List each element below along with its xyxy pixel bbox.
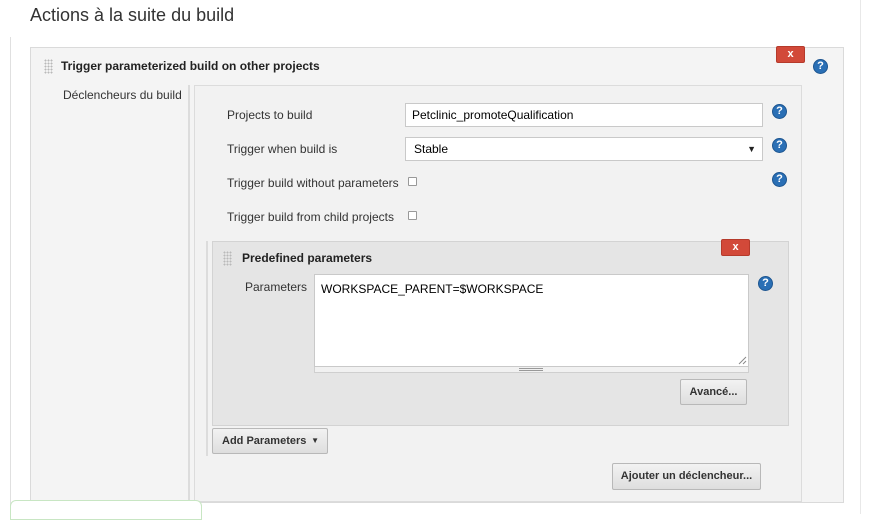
delete-predefined-button[interactable]: x bbox=[721, 239, 750, 256]
predefined-left-divider bbox=[206, 241, 208, 456]
resize-corner-icon[interactable] bbox=[737, 355, 747, 365]
trigger-when-help-icon[interactable]: ? bbox=[772, 138, 787, 153]
trigger-without-parameters-checkbox[interactable] bbox=[408, 177, 417, 186]
projects-to-build-label: Projects to build bbox=[227, 108, 313, 122]
trigger-without-parameters-label: Trigger build without parameters bbox=[227, 176, 399, 190]
grip-lines-icon bbox=[519, 368, 543, 371]
parameters-label: Parameters bbox=[245, 280, 308, 294]
trigger-when-selected-value: Stable bbox=[414, 142, 449, 156]
delete-trigger-button[interactable]: x bbox=[776, 46, 805, 63]
predefined-parameters-title: Predefined parameters bbox=[242, 251, 373, 265]
drag-handle-icon[interactable] bbox=[223, 251, 232, 266]
trigger-without-parameters-help-icon[interactable]: ? bbox=[772, 172, 787, 187]
drag-handle-icon[interactable] bbox=[44, 59, 53, 74]
build-triggers-label: Déclencheurs du build bbox=[63, 88, 182, 102]
chevron-down-icon: ▼ bbox=[747, 144, 756, 154]
projects-to-build-input[interactable]: Petclinic_promoteQualification bbox=[405, 103, 763, 127]
add-parameters-label: Add Parameters bbox=[222, 435, 307, 447]
left-column-divider bbox=[188, 85, 190, 505]
advanced-button[interactable]: Avancé... bbox=[680, 379, 747, 405]
trigger-when-label: Trigger when build is bbox=[227, 142, 338, 156]
section-title: Actions à la suite du build bbox=[30, 5, 235, 25]
section-left-rule bbox=[10, 37, 11, 514]
section-right-rule bbox=[860, 0, 861, 514]
bottom-tab bbox=[10, 500, 202, 520]
parameters-textarea[interactable]: WORKSPACE_PARENT=$WORKSPACE bbox=[314, 274, 749, 367]
caret-down-icon: ▼ bbox=[311, 436, 319, 445]
trigger-from-child-checkbox[interactable] bbox=[408, 211, 417, 220]
add-trigger-button[interactable]: Ajouter un déclencheur... bbox=[612, 463, 761, 490]
trigger-when-select[interactable]: Stable ▼ bbox=[405, 137, 763, 161]
parameters-help-icon[interactable]: ? bbox=[758, 276, 773, 291]
trigger-from-child-label: Trigger build from child projects bbox=[227, 210, 394, 224]
add-parameters-button[interactable]: Add Parameters ▼ bbox=[212, 428, 328, 454]
help-icon[interactable]: ? bbox=[813, 59, 828, 74]
trigger-panel-title: Trigger parameterized build on other pro… bbox=[61, 59, 320, 73]
projects-help-icon[interactable]: ? bbox=[772, 104, 787, 119]
